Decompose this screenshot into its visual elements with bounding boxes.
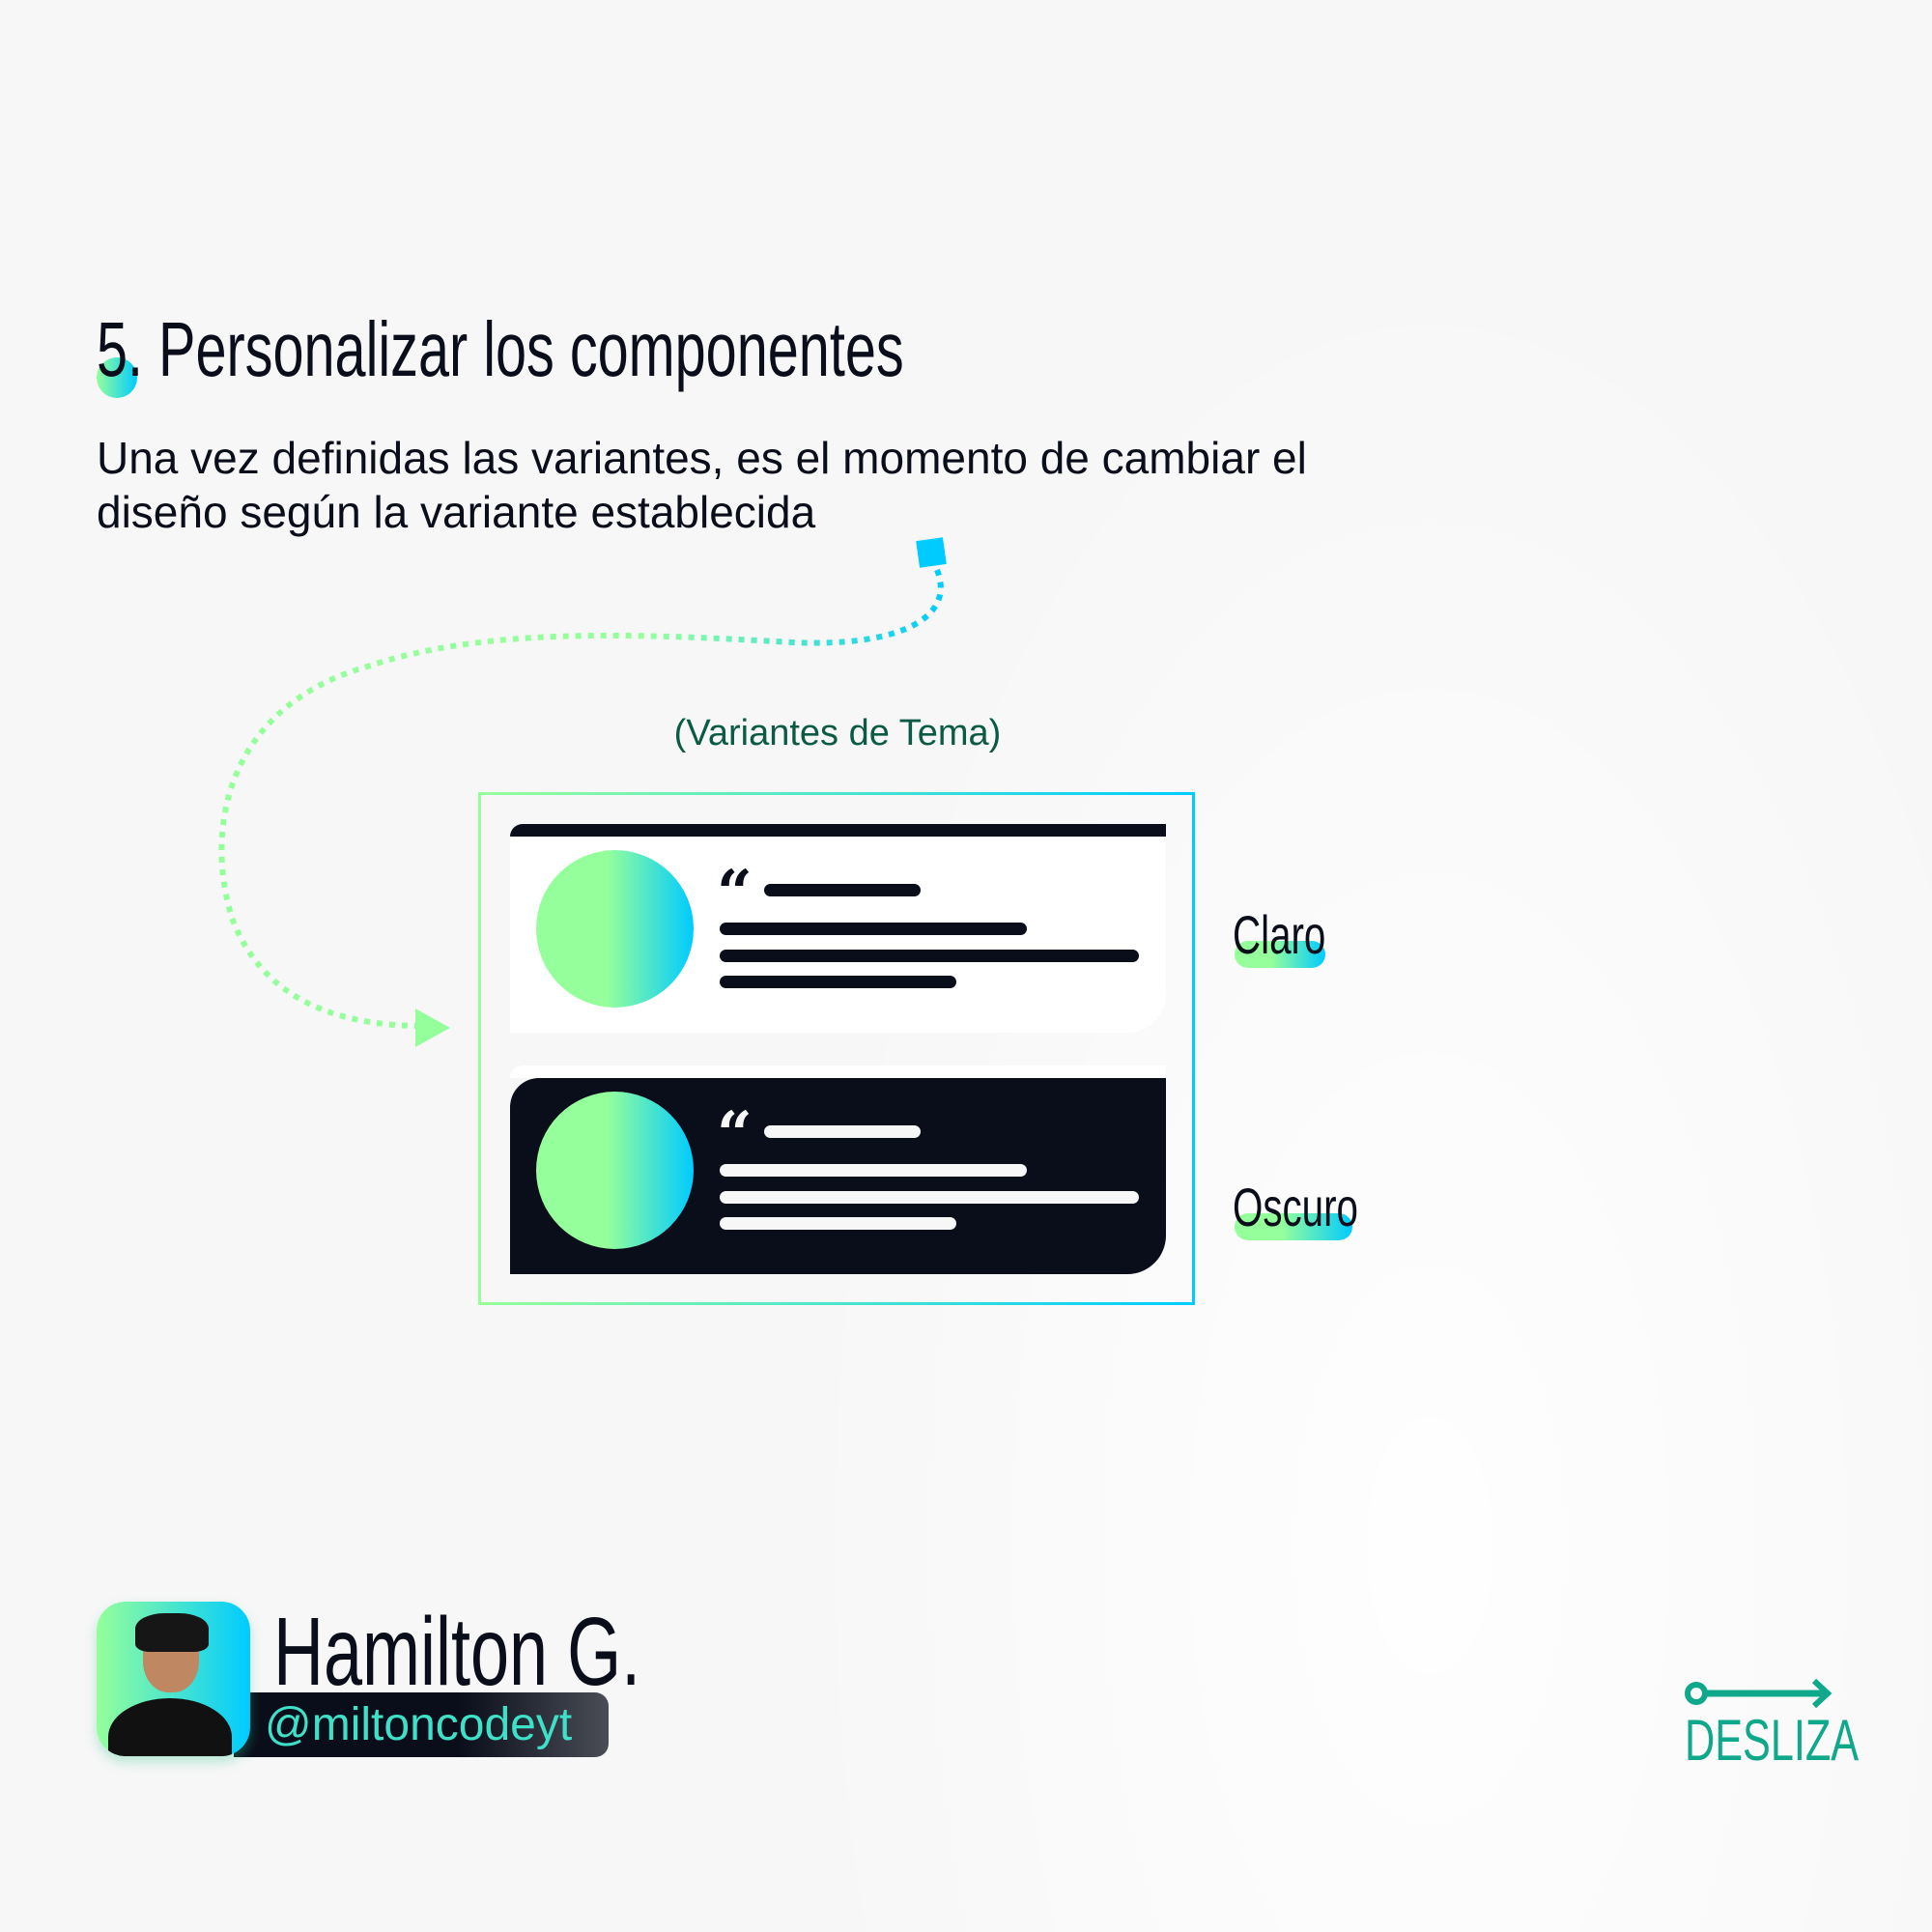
swipe-label[interactable]: DESLIZA [1685,1712,1926,1770]
variant-label-oscuro: Oscuro [1233,1180,1358,1240]
connector-start-square [916,537,947,568]
text-line [720,950,1139,962]
quote-icon: “ [717,857,753,929]
avatar-placeholder [536,850,694,1008]
text-line [720,1164,1027,1177]
text-line [720,923,1027,935]
swipe-arrow-icon [1685,1678,1833,1709]
card-top-bar [510,824,1166,837]
testimonial-card-dark: “ [510,1065,1166,1274]
card-top-bar [510,1065,1166,1078]
text-line [764,1125,921,1138]
author-name: Hamilton G. [273,1598,641,1706]
variants-label: (Variantes de Tema) [673,713,1002,753]
text-line [720,1217,956,1230]
text-line [720,1191,1139,1204]
avatar-placeholder [536,1092,694,1249]
text-line [764,884,921,896]
testimonial-card-light: “ [510,824,1166,1033]
variant-label-claro: Claro [1233,908,1325,968]
quote-icon: “ [717,1098,753,1171]
author-handle: @miltoncodeyt [265,1699,573,1750]
connector-arrowhead-icon [415,1009,450,1047]
text-line [720,976,956,988]
author-avatar [97,1602,250,1756]
